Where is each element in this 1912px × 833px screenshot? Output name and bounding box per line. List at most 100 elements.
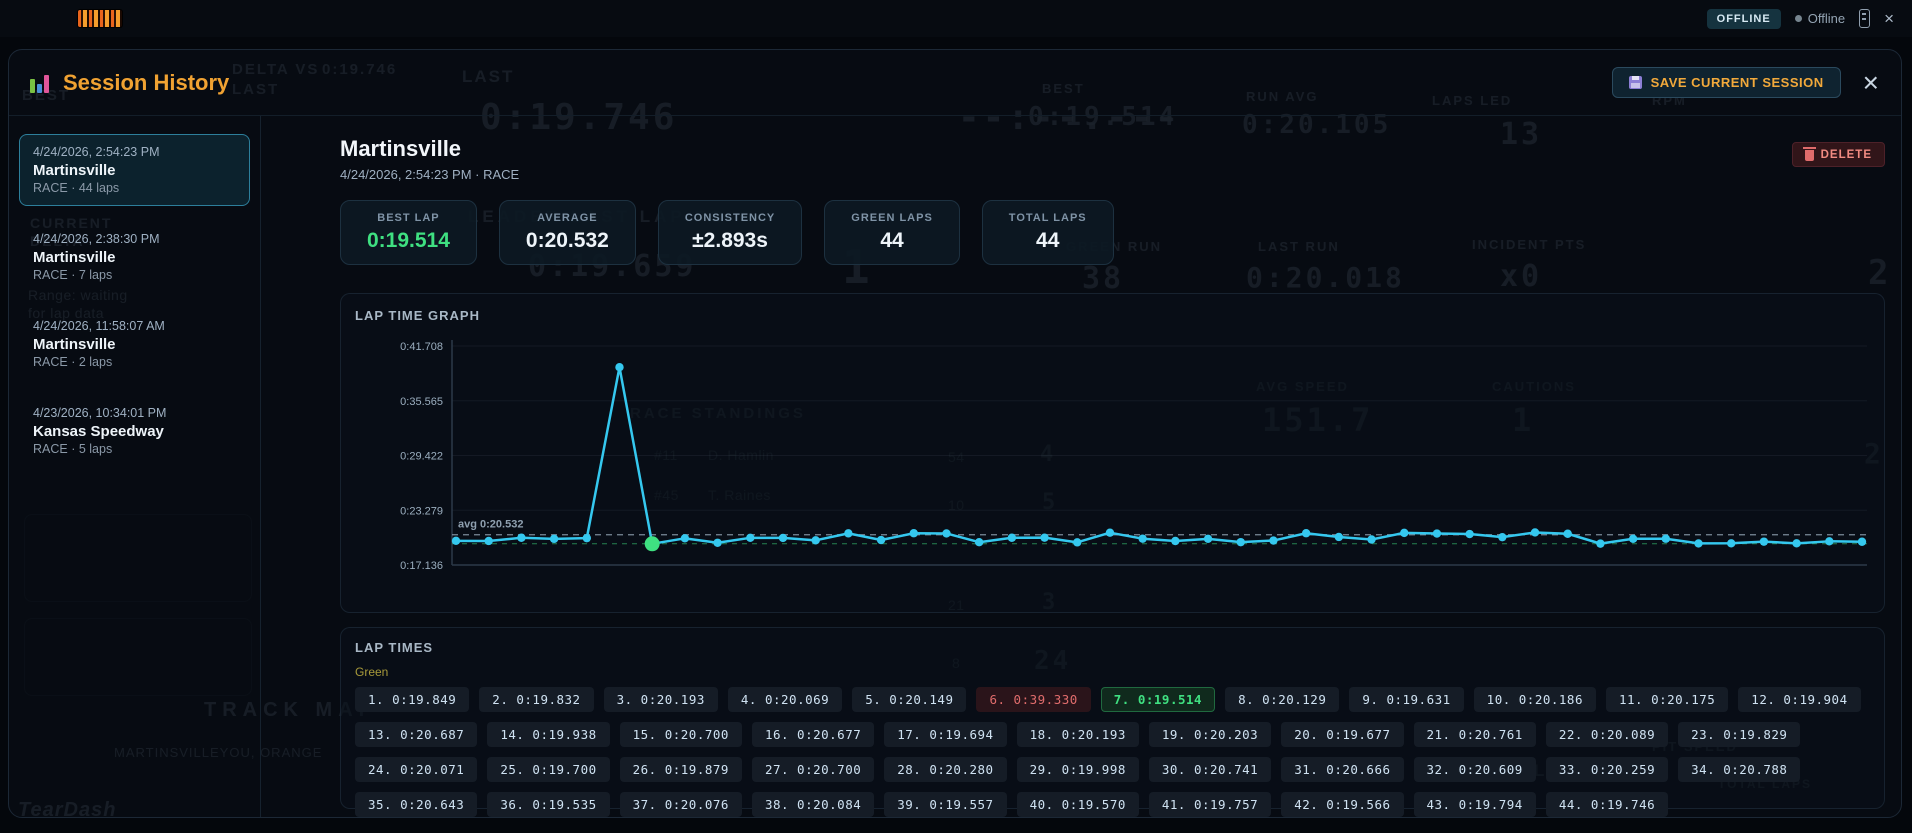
session-track: Martinsville (33, 162, 116, 179)
svg-text:0:29.422: 0:29.422 (400, 451, 443, 463)
lap-chip: 14. 0:19.938 (487, 722, 610, 747)
session-datetime: 4/24/2026, 2:54:23 PM (33, 145, 160, 159)
session-stats: BEST LAP 0:19.514 AVERAGE 0:20.532 CONSISTEN… (340, 200, 1885, 265)
stat-value: ±2.893s (692, 229, 768, 252)
stat-label: GREEN LAPS (851, 212, 933, 224)
lap-chip: 30. 0:20.741 (1148, 757, 1272, 782)
stat-label: CONSISTENCY (684, 212, 776, 224)
session-detail: Martinsville 4/24/2026, 2:54:23 PM · RAC… (261, 116, 1901, 817)
stat-value: 44 (880, 229, 904, 252)
lap-chip: 35. 0:20.643 (355, 792, 478, 817)
window-close-icon[interactable]: × (1884, 10, 1894, 27)
stat-card: BEST LAP 0:19.514 (340, 200, 477, 265)
lap-chip: 39. 0:19.557 (884, 792, 1007, 817)
flag-group-label: Green (355, 665, 389, 679)
stat-label: BEST LAP (377, 212, 440, 224)
lap-chip-list: 1. 0:19.849 2. 0:19.832 3. 0:20.193 4. 0:20… (355, 687, 1870, 817)
lap-chip: 17. 0:19.694 (884, 722, 1007, 747)
stat-card: GREEN LAPS 44 (824, 200, 960, 265)
lap-chip: 42. 0:19.566 (1281, 792, 1404, 817)
modal-close-icon[interactable]: × (1863, 68, 1879, 97)
session-item[interactable]: 4/23/2026, 10:34:01 PM Kansas Speedway RAC… (19, 395, 250, 467)
lap-chip: 22. 0:20.089 (1545, 722, 1669, 747)
topbar: OFFLINE Offline × (0, 0, 1912, 37)
lap-chip: 13. 0:20.687 (355, 722, 478, 747)
lap-chip: 33. 0:20.259 (1545, 757, 1669, 782)
lap-chip: 37. 0:20.076 (619, 792, 742, 817)
connection-status-badge: OFFLINE (1706, 8, 1781, 29)
svg-text:0:41.708: 0:41.708 (400, 341, 443, 353)
lap-chip: 15. 0:20.700 (619, 722, 742, 747)
lap-chip: 21. 0:20.761 (1413, 722, 1536, 747)
lap-chip: 40. 0:19.570 (1016, 792, 1139, 817)
save-button-label: SAVE CURRENT SESSION (1650, 75, 1824, 90)
session-item[interactable]: 4/24/2026, 11:58:07 AM Martinsville RACE ·… (19, 308, 250, 380)
lap-chip: 29. 0:19.998 (1016, 757, 1139, 782)
offline-dot-icon (1794, 15, 1802, 22)
app-logo-icon (78, 10, 122, 27)
lap-chip: 25. 0:19.700 (487, 757, 610, 782)
lap-chip: 20. 0:19.677 (1281, 722, 1404, 747)
session-meta: RACE · 2 laps (33, 355, 113, 369)
svg-text:0:17.136: 0:17.136 (400, 560, 443, 572)
lap-chip: 7. 0:19.514 (1100, 687, 1216, 712)
lap-chip: 11. 0:20.175 (1605, 687, 1729, 712)
session-track: Martinsville (33, 336, 116, 353)
lap-chip: 38. 0:20.084 (751, 792, 875, 817)
stat-value: 0:20.532 (525, 229, 609, 252)
stat-card: AVERAGE 0:20.532 (498, 200, 636, 265)
lap-chip: 44. 0:19.746 (1545, 792, 1669, 817)
delete-session-button[interactable]: DELETE (1791, 142, 1885, 167)
lap-time-chart: 0:41.708 0:35.565 0:29.422 0:23.279 0:17.136… (355, 332, 1870, 599)
lap-chip: 23. 0:19.829 (1678, 722, 1801, 747)
session-meta: RACE · 44 laps (33, 181, 120, 195)
svg-text:0:35.565: 0:35.565 (400, 396, 443, 408)
lap-chip: 28. 0:20.280 (884, 757, 1007, 782)
lap-chip: 1. 0:19.849 (355, 687, 470, 712)
session-item[interactable]: 4/24/2026, 2:54:23 PM Martinsville RACE · … (19, 134, 250, 206)
lap-time-graph-panel: LAP TIME GRAPH 0:41.708 0:35.565 0:29.422 0… (340, 293, 1885, 613)
lap-chip: 43. 0:19.794 (1413, 792, 1536, 817)
lap-chip: 5. 0:20.149 (852, 687, 967, 712)
session-list: 4/24/2026, 2:54:23 PM Martinsville RACE · … (9, 116, 261, 817)
session-subtitle: 4/24/2026, 2:54:23 PM · RACE (340, 167, 520, 182)
offline-status-label: Offline (1807, 11, 1846, 26)
lap-times-panel: LAP TIMES Green 1. 0:19.849 2. 0:19.832 3.… (340, 627, 1885, 817)
lap-chip: 24. 0:20.071 (355, 757, 478, 782)
lap-chip: 9. 0:19.631 (1349, 687, 1464, 712)
session-datetime: 4/24/2026, 2:38:30 PM (33, 232, 160, 246)
lap-chip: 10. 0:20.186 (1473, 687, 1596, 712)
save-current-session-button[interactable]: SAVE CURRENT SESSION (1611, 67, 1841, 98)
lap-chip: 18. 0:20.193 (1016, 722, 1139, 747)
bar-chart-icon (29, 72, 51, 94)
session-datetime: 4/24/2026, 11:58:07 AM (33, 319, 165, 333)
stat-label: TOTAL LAPS (1008, 212, 1087, 224)
lap-chip: 27. 0:20.700 (751, 757, 875, 782)
floppy-disk-icon (1628, 76, 1642, 89)
lap-chip: 3. 0:20.193 (603, 687, 718, 712)
lap-chip: 31. 0:20.666 (1281, 757, 1404, 782)
modal-header: Session History SAVE CURRENT SESSION × (9, 50, 1901, 116)
modal-title: Session History (63, 69, 230, 95)
lap-chip: 4. 0:20.069 (727, 687, 843, 712)
session-meta: RACE · 5 laps (33, 442, 113, 456)
delete-button-label: DELETE (1820, 148, 1872, 161)
device-icon[interactable] (1859, 9, 1871, 28)
lap-chip: 6. 0:39.330 (976, 687, 1091, 712)
lap-chip: 16. 0:20.677 (751, 722, 875, 747)
session-datetime: 4/23/2026, 10:34:01 PM (33, 406, 167, 420)
lap-chip: 26. 0:19.879 (619, 757, 742, 782)
session-track: Martinsville (33, 249, 116, 266)
trash-icon (1802, 147, 1816, 161)
session-meta: RACE · 7 laps (33, 268, 113, 282)
lap-chip: 34. 0:20.788 (1678, 757, 1801, 782)
lap-chip: 8. 0:20.129 (1225, 687, 1340, 712)
svg-text:0:23.279: 0:23.279 (400, 505, 443, 517)
lap-chip: 12. 0:19.904 (1738, 687, 1861, 712)
lap-times-title: LAP TIMES (355, 640, 434, 655)
lap-chip: 2. 0:19.832 (479, 687, 594, 712)
stat-card: TOTAL LAPS 44 (981, 200, 1114, 265)
offline-status: Offline (1794, 11, 1846, 26)
lap-chip: 32. 0:20.609 (1413, 757, 1536, 782)
session-item[interactable]: 4/24/2026, 2:38:30 PM Martinsville RACE · … (19, 221, 250, 293)
